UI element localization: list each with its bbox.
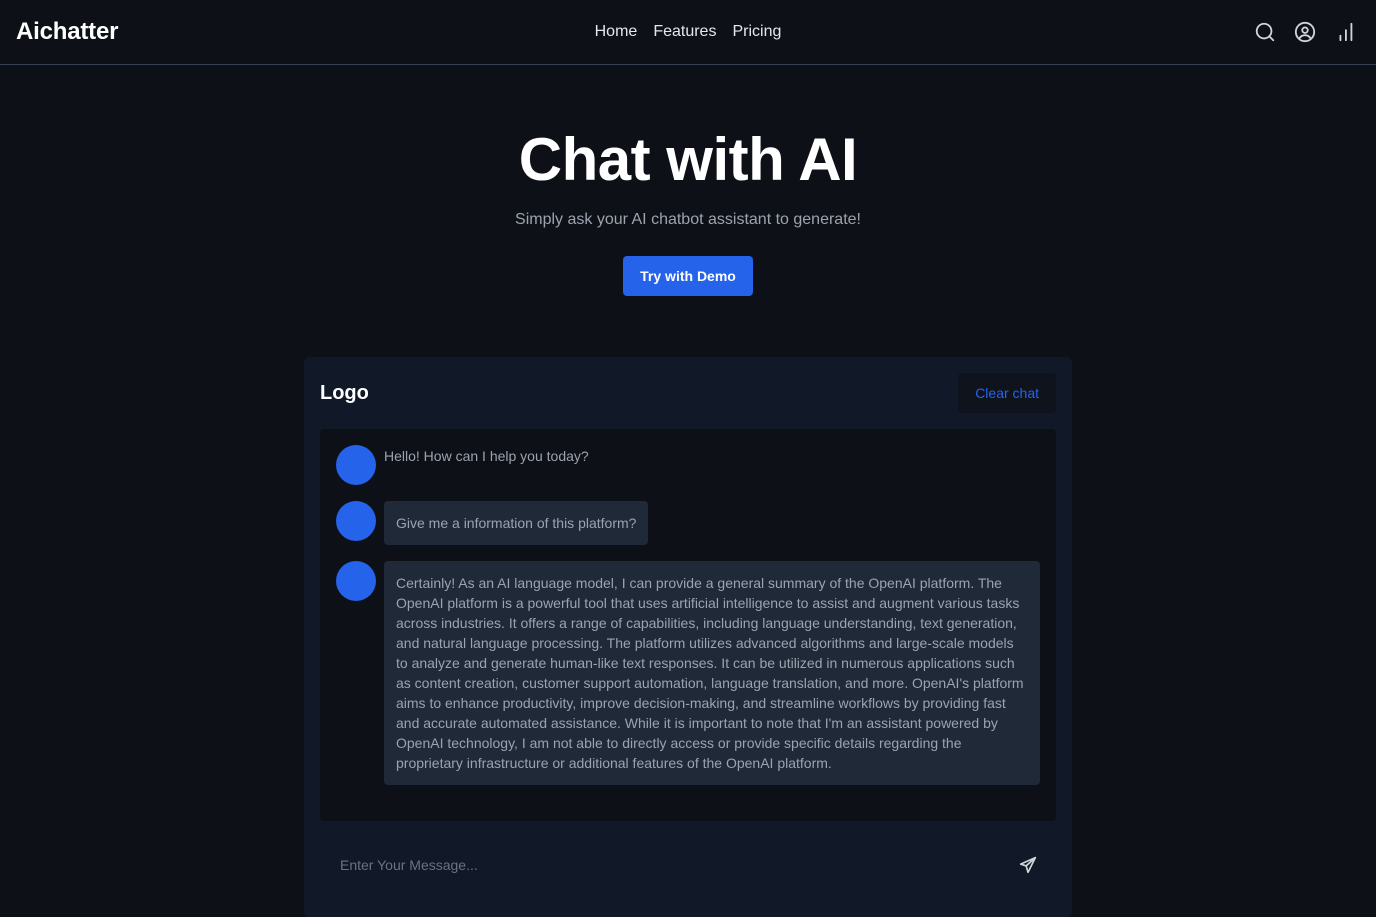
nav-link-features[interactable]: Features xyxy=(653,23,716,41)
message-composer xyxy=(320,837,1056,893)
message-bubble: Certainly! As an AI language model, I ca… xyxy=(384,561,1040,785)
chat-logo: Logo xyxy=(320,381,369,404)
clear-chat-button[interactable]: Clear chat xyxy=(958,373,1056,413)
paper-plane-icon[interactable] xyxy=(1016,853,1040,877)
nav-icons xyxy=(1254,21,1356,43)
avatar xyxy=(336,561,376,601)
nav-link-pricing[interactable]: Pricing xyxy=(732,23,781,41)
try-demo-button[interactable]: Try with Demo xyxy=(623,256,753,296)
hero-subtitle: Simply ask your AI chatbot assistant to … xyxy=(515,211,861,228)
main-nav: Home Features Pricing xyxy=(0,0,1376,64)
message-input[interactable] xyxy=(340,857,980,873)
brand-logo[interactable]: Aichatter xyxy=(16,18,118,46)
message-bubble: Give me a information of this platform? xyxy=(384,501,649,545)
nav-link-home[interactable]: Home xyxy=(595,23,638,41)
top-navbar: Aichatter Home Features Pricing xyxy=(0,0,1376,65)
message-list[interactable]: Hello! How can I help you today? Give me… xyxy=(320,429,1056,821)
message-bot-greeting: Hello! How can I help you today? xyxy=(336,445,1040,485)
hero-section: Chat with AI Simply ask your AI chatbot … xyxy=(0,65,1376,296)
chat-header: Logo Clear chat xyxy=(320,365,1056,421)
chat-panel: Logo Clear chat Hello! How can I help yo… xyxy=(304,357,1072,917)
avatar xyxy=(336,501,376,541)
message-text: Hello! How can I help you today? xyxy=(384,448,589,464)
hero-title: Chat with AI xyxy=(518,126,858,193)
avatar xyxy=(336,445,376,485)
user-circle-icon[interactable] xyxy=(1294,21,1316,43)
bar-chart-icon[interactable] xyxy=(1334,21,1356,43)
message-bot-answer: Certainly! As an AI language model, I ca… xyxy=(336,561,1040,785)
message-user: Give me a information of this platform? xyxy=(336,501,1040,545)
search-icon[interactable] xyxy=(1254,21,1276,43)
